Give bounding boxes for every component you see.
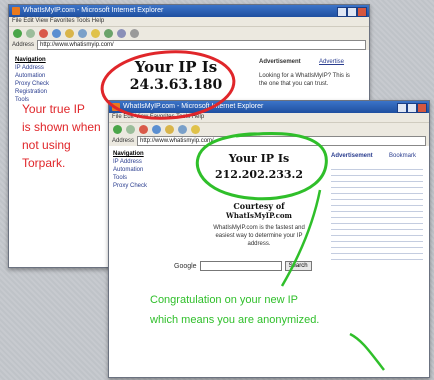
window-title-bar: WhatIsMyIP.com - Microsoft Internet Expl… xyxy=(9,5,369,17)
address-input[interactable]: http://www.whatismyip.com/ xyxy=(137,136,426,146)
minimize-button[interactable] xyxy=(397,103,407,113)
menu-bar[interactable]: File Edit View Favorites Tools Help xyxy=(9,17,369,26)
google-search-row: Google Search xyxy=(174,261,312,271)
sidebar-link[interactable]: Automation xyxy=(113,166,147,174)
window-title-bar: WhatIsMyIP.com - Microsoft Internet Expl… xyxy=(109,101,429,113)
browser-icon xyxy=(12,7,20,15)
advertisement-text: Looking for a WhatIsMyIP? This is the on… xyxy=(259,73,350,87)
refresh-icon[interactable] xyxy=(52,29,61,38)
annotation-line: Your true IP xyxy=(22,102,85,116)
advertisement-header: Advertisement xyxy=(331,153,373,159)
google-search-input[interactable] xyxy=(199,261,282,271)
advertisement-header: Advertisement xyxy=(259,59,301,65)
sidebar-link[interactable]: Tools xyxy=(113,174,147,182)
browser-icon xyxy=(112,103,120,111)
sidebar-link[interactable]: Registration xyxy=(15,88,49,96)
google-label: Google xyxy=(174,262,197,270)
address-label: Address xyxy=(12,42,35,48)
green-annotation-note: Congratulation on your new IP which mean… xyxy=(150,290,319,330)
forward-button-icon[interactable] xyxy=(126,125,135,134)
stop-icon[interactable] xyxy=(39,29,48,38)
courtesy-line: Courtesy of xyxy=(233,201,285,211)
sidebar-link[interactable]: IP Address xyxy=(113,158,147,166)
sidebar-title: Navigation xyxy=(113,151,144,157)
mail-icon[interactable] xyxy=(117,29,126,38)
annotation-line: Torpark. xyxy=(22,156,66,170)
site-description: WhatIsMyIP.com is the fastest and easies… xyxy=(213,225,305,247)
sidebar: Navigation IP Address Automation Tools P… xyxy=(113,150,147,190)
maximize-button[interactable] xyxy=(407,103,417,113)
page-content: Navigation IP Address Automation Tools P… xyxy=(109,146,429,377)
ip-heading: Your IP Is xyxy=(134,58,218,76)
stop-icon[interactable] xyxy=(139,125,148,134)
close-button[interactable] xyxy=(417,103,427,113)
screenshot-stage: WhatIsMyIP.com - Microsoft Internet Expl… xyxy=(0,0,434,380)
home-icon[interactable] xyxy=(165,125,174,134)
favorites-icon[interactable] xyxy=(91,29,100,38)
ip-address-value: 24.3.63.180 xyxy=(129,77,223,93)
sidebar-title: Navigation xyxy=(15,57,46,63)
search-icon[interactable] xyxy=(78,29,87,38)
sidebar-link[interactable]: Automation xyxy=(15,72,49,80)
sidebar-link[interactable]: Proxy Check xyxy=(113,182,147,190)
print-icon[interactable] xyxy=(130,29,139,38)
search-icon[interactable] xyxy=(178,125,187,134)
favorites-icon[interactable] xyxy=(191,125,200,134)
window-title: WhatIsMyIP.com - Microsoft Internet Expl… xyxy=(123,103,264,110)
maximize-button[interactable] xyxy=(347,7,357,17)
red-annotation-note: Your true IP is shown when not using Tor… xyxy=(22,100,101,172)
window-title: WhatIsMyIP.com - Microsoft Internet Expl… xyxy=(23,7,164,14)
ip-address-value: 212.202.233.2 xyxy=(214,168,304,181)
menu-bar[interactable]: File Edit View Favorites Tools Help xyxy=(109,113,429,122)
toolbar xyxy=(109,122,429,136)
sidebar-link[interactable]: Proxy Check xyxy=(15,80,49,88)
address-input[interactable]: http://www.whatismyip.com/ xyxy=(37,40,366,50)
address-bar: Address http://www.whatismyip.com/ xyxy=(9,40,369,50)
home-icon[interactable] xyxy=(65,29,74,38)
browser-window-front: WhatIsMyIP.com - Microsoft Internet Expl… xyxy=(108,100,430,378)
minimize-button[interactable] xyxy=(337,7,347,17)
annotation-line: Congratulation on your new IP xyxy=(150,294,298,306)
search-button[interactable]: Search xyxy=(284,261,312,271)
refresh-icon[interactable] xyxy=(152,125,161,134)
address-label: Address xyxy=(112,138,135,144)
ip-heading: Your IP Is xyxy=(228,152,290,165)
close-button[interactable] xyxy=(357,7,367,17)
annotation-line: which means you are anonymized. xyxy=(150,314,320,326)
advertise-link[interactable]: Advertise xyxy=(319,58,344,66)
ad-block xyxy=(331,164,423,260)
bookmark-link[interactable]: Bookmark xyxy=(389,152,416,160)
annotation-line: is shown when xyxy=(22,120,101,134)
history-icon[interactable] xyxy=(104,29,113,38)
address-bar: Address http://www.whatismyip.com/ xyxy=(109,136,429,146)
sidebar: Navigation IP Address Automation Proxy C… xyxy=(15,56,49,104)
forward-button-icon[interactable] xyxy=(26,29,35,38)
back-button-icon[interactable] xyxy=(13,29,22,38)
sidebar-link[interactable]: IP Address xyxy=(15,64,49,72)
courtesy-site: WhatIsMyIP.com xyxy=(226,211,292,220)
back-button-icon[interactable] xyxy=(113,125,122,134)
toolbar xyxy=(9,26,369,40)
annotation-line: not using xyxy=(22,138,71,152)
